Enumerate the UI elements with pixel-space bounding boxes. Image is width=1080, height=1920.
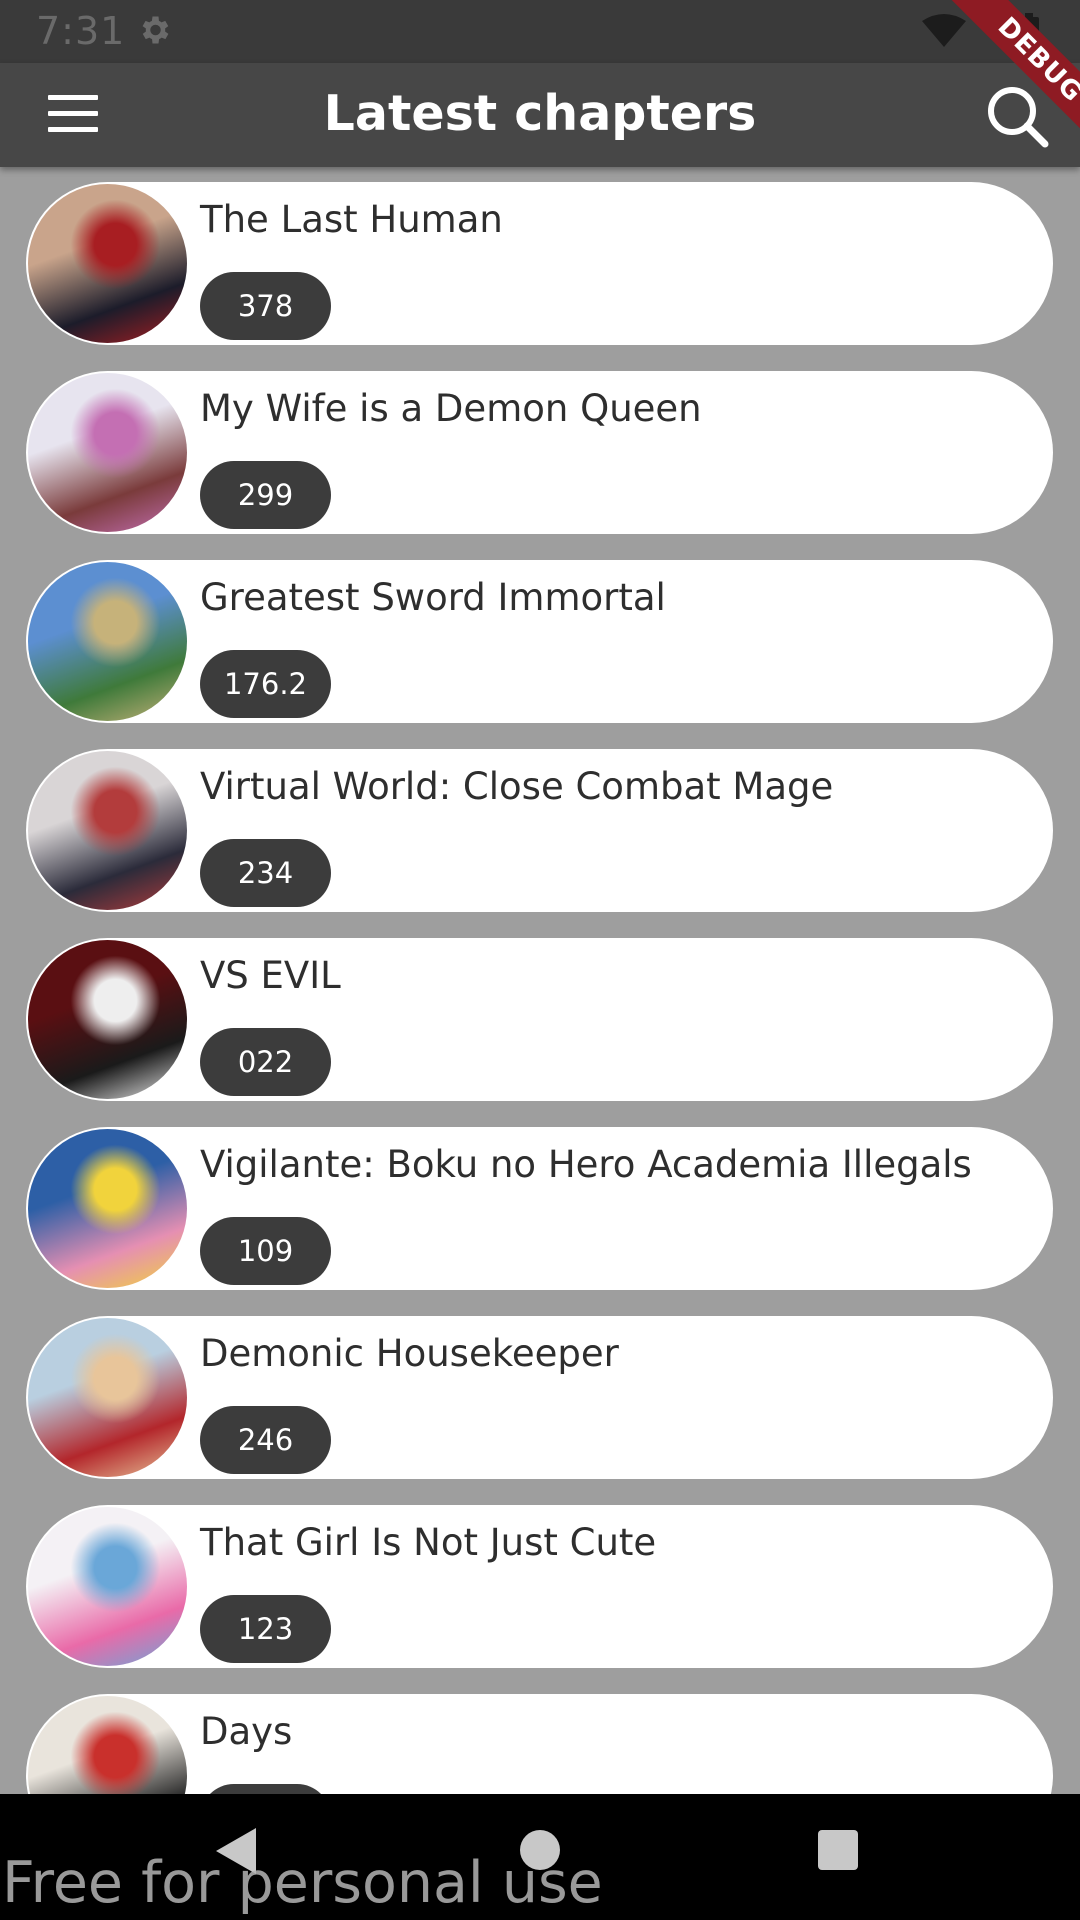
cover-thumbnail — [28, 1507, 187, 1666]
list-item[interactable]: Greatest Sword Immortal 176.2 — [26, 560, 1053, 723]
status-bar: 7:31 — [0, 0, 1080, 63]
home-icon[interactable] — [520, 1830, 560, 1870]
manga-title: Demonic Housekeeper — [200, 1332, 619, 1375]
chapter-badge[interactable]: 176.2 — [200, 650, 331, 718]
chapter-list[interactable]: The Last Human 378 My Wife is a Demon Qu… — [0, 167, 1080, 1794]
manga-title: Virtual World: Close Combat Mage — [200, 765, 834, 808]
list-item[interactable]: Virtual World: Close Combat Mage 234 — [26, 749, 1053, 912]
list-item[interactable]: The Last Human 378 — [26, 182, 1053, 345]
menu-button[interactable] — [48, 95, 98, 135]
chapter-badge[interactable]: 234 — [200, 839, 331, 907]
manga-title: My Wife is a Demon Queen — [200, 387, 702, 430]
cover-thumbnail — [28, 373, 187, 532]
status-time: 7:31 — [36, 9, 126, 53]
cover-thumbnail — [28, 184, 187, 343]
manga-title: Days — [200, 1710, 293, 1753]
battery-icon — [1019, 13, 1039, 49]
cover-thumbnail — [28, 1696, 187, 1794]
recents-icon[interactable] — [818, 1830, 858, 1870]
system-nav-bar — [0, 1794, 1080, 1920]
list-item[interactable]: My Wife is a Demon Queen 299 — [26, 371, 1053, 534]
settings-gear-icon — [136, 12, 172, 52]
chapter-badge[interactable]: 022 — [200, 1028, 331, 1096]
cover-thumbnail — [28, 1129, 187, 1288]
manga-title: Vigilante: Boku no Hero Academia Illegal… — [200, 1143, 972, 1186]
cover-thumbnail — [28, 940, 187, 1099]
page-title: Latest chapters — [323, 85, 757, 142]
cover-thumbnail — [28, 751, 187, 910]
chapter-badge[interactable]: 246 — [200, 1406, 331, 1474]
chapter-badge[interactable]: 299 — [200, 461, 331, 529]
chapter-badge[interactable]: 201 — [200, 1784, 331, 1794]
chapter-badge[interactable]: 123 — [200, 1595, 331, 1663]
manga-title: The Last Human — [200, 198, 503, 241]
list-item[interactable]: VS EVIL 022 — [26, 938, 1053, 1101]
cover-thumbnail — [28, 562, 187, 721]
chapter-badge[interactable]: 378 — [200, 272, 331, 340]
list-item[interactable]: Demonic Housekeeper 246 — [26, 1316, 1053, 1479]
manga-title: VS EVIL — [200, 954, 341, 997]
cover-thumbnail — [28, 1318, 187, 1477]
search-button[interactable] — [984, 83, 1050, 149]
manga-title: That Girl Is Not Just Cute — [200, 1521, 657, 1564]
chapter-badge[interactable]: 109 — [200, 1217, 331, 1285]
search-icon — [988, 87, 1049, 148]
list-item[interactable]: Vigilante: Boku no Hero Academia Illegal… — [26, 1127, 1053, 1290]
back-icon[interactable] — [214, 1826, 258, 1880]
app-bar: Latest chapters — [0, 63, 1080, 167]
list-item[interactable]: That Girl Is Not Just Cute 123 — [26, 1505, 1053, 1668]
wifi-icon — [920, 13, 968, 53]
list-item[interactable]: Days 201 — [26, 1694, 1053, 1794]
manga-title: Greatest Sword Immortal — [200, 576, 666, 619]
